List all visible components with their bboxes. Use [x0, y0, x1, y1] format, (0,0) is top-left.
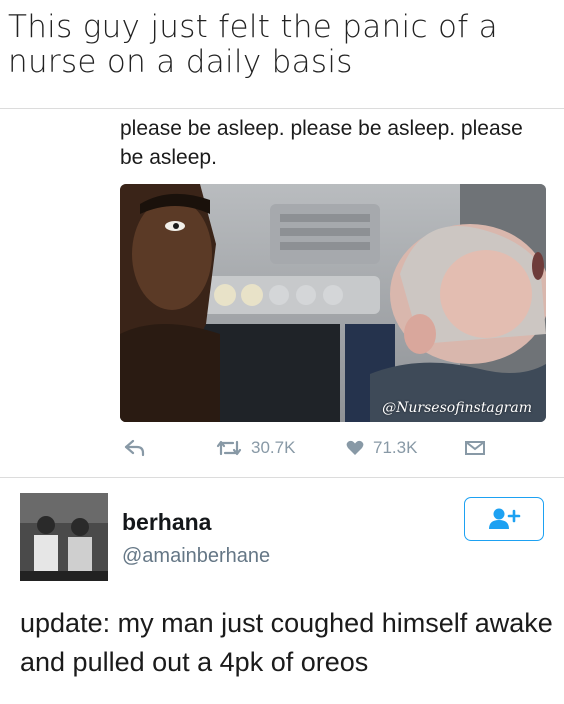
- divider: [0, 108, 564, 109]
- tweet-text: update: my man just coughed himself awak…: [20, 608, 553, 677]
- retweet-button[interactable]: 30.7K: [216, 436, 295, 460]
- divider: [0, 477, 564, 478]
- avatar-photo: [20, 493, 108, 581]
- direct-message-button[interactable]: [464, 436, 486, 460]
- follow-button[interactable]: [464, 497, 544, 541]
- like-button[interactable]: 71.3K: [346, 436, 417, 460]
- retweet-icon: [216, 440, 242, 456]
- add-user-icon: [489, 508, 521, 529]
- reply-icon: [124, 439, 145, 457]
- tweet-photo[interactable]: @Nursesofinstagram: [120, 184, 546, 422]
- user-handle[interactable]: @amainberhane: [122, 545, 270, 568]
- mail-icon: [465, 441, 485, 455]
- tweet-actions: 30.7K 71.3K: [120, 436, 550, 464]
- reply-button[interactable]: [124, 436, 146, 460]
- photo-watermark: @Nursesofinstagram: [382, 400, 532, 416]
- heart-icon: [346, 440, 364, 455]
- retweet-count: 30.7K: [251, 438, 296, 457]
- meme-caption: This guy just felt the panic of a nurse …: [8, 9, 498, 80]
- like-count: 71.3K: [373, 438, 418, 457]
- avatar[interactable]: [20, 493, 108, 581]
- tweet-text: please be asleep. please be asleep. plea…: [120, 117, 523, 169]
- airplane-selfie-illustration: [120, 184, 546, 422]
- display-name[interactable]: berhana: [122, 509, 211, 536]
